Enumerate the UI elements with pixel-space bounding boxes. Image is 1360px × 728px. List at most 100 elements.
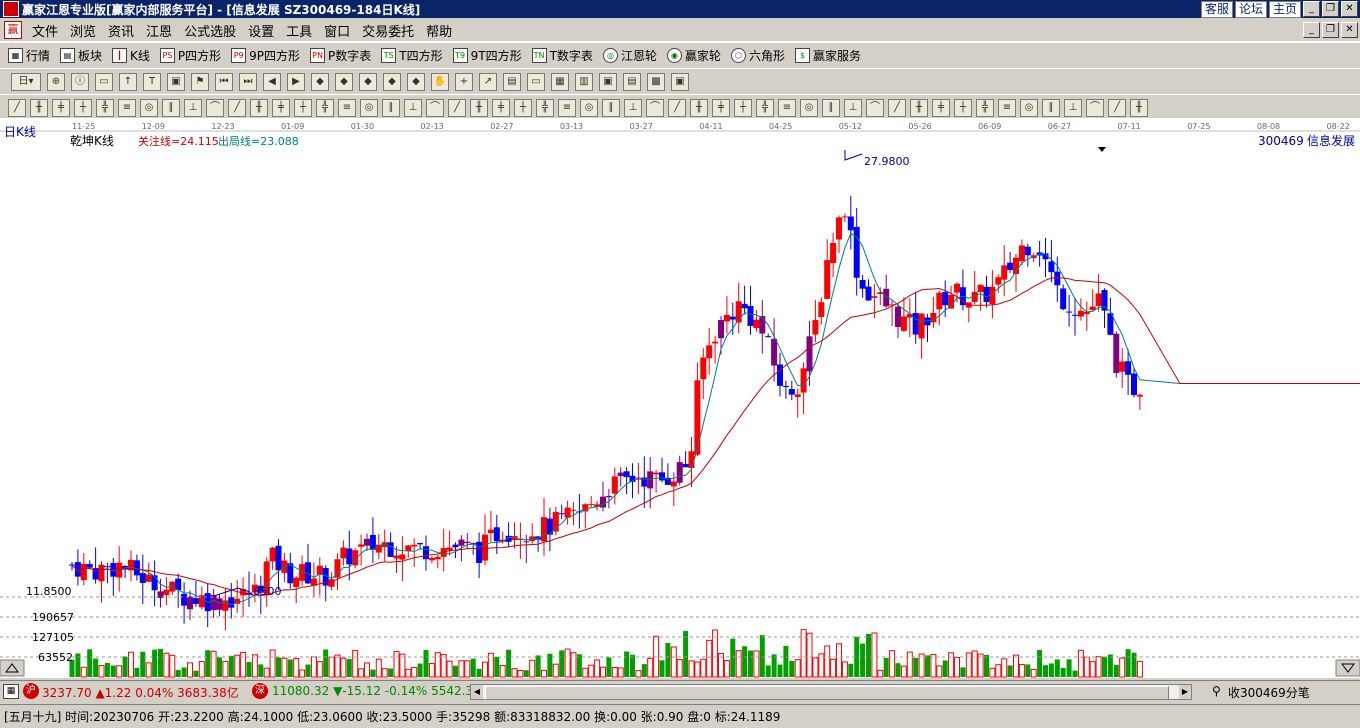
menu-window[interactable]: 窗口 xyxy=(318,21,356,40)
flat-icon[interactable]: ▭ xyxy=(527,72,545,91)
right-icon[interactable]: ▶ xyxy=(287,72,305,91)
drawing-tool-icon[interactable]: ╪ xyxy=(52,98,70,117)
close-icon[interactable]: ✕ xyxy=(1341,1,1358,17)
drawing-tool-icon[interactable]: ╬ xyxy=(756,98,774,117)
print-icon[interactable]: ▩ xyxy=(647,72,665,91)
menu-tools[interactable]: 工具 xyxy=(280,21,318,40)
cross-icon[interactable]: + xyxy=(455,72,473,91)
left-icon[interactable]: ◀ xyxy=(263,72,281,91)
drawing-tool-icon[interactable]: ╪ xyxy=(272,98,290,117)
drawing-tool-icon[interactable]: ≡ xyxy=(338,98,356,117)
arrow-up-icon[interactable]: ↑ xyxy=(119,72,137,91)
drawing-tool-icon[interactable]: ┼ xyxy=(954,98,972,117)
menu-formula[interactable]: 公式选股 xyxy=(178,21,242,40)
sz-index-badge[interactable]: 深 xyxy=(252,683,268,699)
menu-gann[interactable]: 江恩 xyxy=(140,21,178,40)
diamond-icon[interactable]: ◆ xyxy=(359,72,377,91)
mdi-restore-icon[interactable]: ❐ xyxy=(1322,22,1339,38)
drawing-tool-icon[interactable]: ╫ xyxy=(690,98,708,117)
drawing-tool-icon[interactable]: ∥ xyxy=(162,98,180,117)
tool-9t-square[interactable]: T9 9T四方形 xyxy=(452,47,522,64)
minimize-icon[interactable]: _ xyxy=(1303,1,1320,17)
drawing-tool-icon[interactable]: ╱ xyxy=(1108,98,1126,117)
menu-news[interactable]: 资讯 xyxy=(102,21,140,40)
first-icon[interactable]: ⏮ xyxy=(215,72,233,91)
link-home[interactable]: 主页 xyxy=(1268,1,1301,18)
tool-winner-wheel[interactable]: ◉ 赢家轮 xyxy=(666,47,721,64)
diamond-icon[interactable]: ◆ xyxy=(407,72,425,91)
drawing-tool-icon[interactable]: ≡ xyxy=(998,98,1016,117)
chart-panel[interactable]: 11-25 12-09 12-23 01-09 01-30 02-13 02-27 03-13… xyxy=(0,118,1360,678)
drawing-tool-icon[interactable]: ⊥ xyxy=(844,98,862,117)
drawing-tool-icon[interactable]: ╫ xyxy=(910,98,928,117)
drawing-tool-icon[interactable]: ╬ xyxy=(976,98,994,117)
drawing-tool-icon[interactable]: ≡ xyxy=(118,98,136,117)
sh-index-badge[interactable]: 沪 xyxy=(23,683,39,699)
tool-hexagon[interactable]: ⬡ 六角形 xyxy=(730,47,785,64)
drawing-tool-icon[interactable]: ╪ xyxy=(932,98,950,117)
drawing-tool-icon[interactable]: ∥ xyxy=(822,98,840,117)
drawing-tool-icon[interactable]: ╬ xyxy=(536,98,554,117)
drawing-tool-icon[interactable]: ╱ xyxy=(228,98,246,117)
drawing-tool-icon[interactable]: ∥ xyxy=(602,98,620,117)
drawing-tool-icon[interactable]: ⊥ xyxy=(1064,98,1082,117)
window-icon[interactable]: ▣ xyxy=(599,72,617,91)
layer-icon[interactable]: ▤ xyxy=(503,72,521,91)
save-icon[interactable]: ▤ xyxy=(623,72,641,91)
drawing-tool-icon[interactable]: ⌒ xyxy=(646,98,664,117)
scroll-thumb[interactable] xyxy=(485,686,1169,700)
drawing-tool-icon[interactable]: ╫ xyxy=(1130,98,1148,117)
restore-icon[interactable]: ❐ xyxy=(1322,1,1339,17)
drawing-tool-icon[interactable]: ╱ xyxy=(888,98,906,117)
drawing-tool-icon[interactable]: ┼ xyxy=(74,98,92,117)
drawing-tool-icon[interactable]: ⊥ xyxy=(404,98,422,117)
tool-sectors[interactable]: ▤ 板块 xyxy=(60,47,102,64)
drawing-tool-icon[interactable]: ╬ xyxy=(316,98,334,117)
text-icon[interactable]: T xyxy=(143,72,161,91)
drawing-tool-icon[interactable]: ┼ xyxy=(734,98,752,117)
menu-settings[interactable]: 设置 xyxy=(242,21,280,40)
calc-icon[interactable]: ▥ xyxy=(575,72,593,91)
tool-kline[interactable]: ┃ K线 xyxy=(112,47,150,64)
drawing-tool-icon[interactable]: ⊥ xyxy=(624,98,642,117)
drawing-tool-icon[interactable]: ╪ xyxy=(492,98,510,117)
tool-p-table[interactable]: PN P数字表 xyxy=(310,47,371,64)
grid-icon[interactable]: ▦ xyxy=(3,684,19,699)
drawing-tool-icon[interactable]: ≡ xyxy=(778,98,796,117)
calendar-icon[interactable]: ▦ xyxy=(551,72,569,91)
period-select[interactable]: 日▾ xyxy=(11,72,41,91)
fill-icon[interactable]: ▣ xyxy=(167,72,185,91)
horizontal-scrollbar[interactable]: ◀ ▶ xyxy=(470,684,1192,700)
drawing-tool-icon[interactable]: ╬ xyxy=(96,98,114,117)
scroll-right-button[interactable] xyxy=(1335,659,1360,677)
info-icon[interactable]: ⓘ xyxy=(71,72,89,91)
menu-trade[interactable]: 交易委托 xyxy=(356,21,420,40)
flag-icon[interactable]: ⚑ xyxy=(191,72,209,91)
diamond-icon[interactable]: ◆ xyxy=(383,72,401,91)
tool-t-table[interactable]: TN T数字表 xyxy=(531,47,593,64)
tool-service[interactable]: $ 赢家服务 xyxy=(794,47,861,64)
drawing-tool-icon[interactable]: ◎ xyxy=(580,98,598,117)
page-icon[interactable]: ▭ xyxy=(95,72,113,91)
menu-browse[interactable]: 浏览 xyxy=(64,21,102,40)
hand-icon[interactable]: ✋ xyxy=(431,72,449,91)
link-service[interactable]: 客服 xyxy=(1200,1,1233,18)
drawing-tool-icon[interactable]: ⊥ xyxy=(184,98,202,117)
tick-icon[interactable]: ⚲ xyxy=(1212,684,1221,698)
tool-quotes[interactable]: ▦ 行情 xyxy=(8,47,50,64)
drawing-tool-icon[interactable]: ╱ xyxy=(448,98,466,117)
tool-p-square[interactable]: PS P四方形 xyxy=(159,47,221,64)
drawing-tool-icon[interactable]: ╱ xyxy=(8,98,26,117)
scroll-left-button[interactable] xyxy=(0,659,25,677)
menu-help[interactable]: 帮助 xyxy=(420,21,458,40)
drawing-tool-icon[interactable]: ⌒ xyxy=(206,98,224,117)
link-forum[interactable]: 论坛 xyxy=(1234,1,1267,18)
zoom-icon[interactable]: ⊕ xyxy=(47,72,65,91)
drawing-tool-icon[interactable]: ◎ xyxy=(360,98,378,117)
app-menu-icon[interactable]: 赢 xyxy=(4,21,22,39)
menu-file[interactable]: 文件 xyxy=(26,21,64,40)
tool-t-square[interactable]: TS T四方形 xyxy=(381,47,443,64)
drawing-tool-icon[interactable]: ╫ xyxy=(30,98,48,117)
drawing-tool-icon[interactable]: ⌒ xyxy=(426,98,444,117)
scroll-left-arrow-icon[interactable]: ◀ xyxy=(471,685,483,699)
